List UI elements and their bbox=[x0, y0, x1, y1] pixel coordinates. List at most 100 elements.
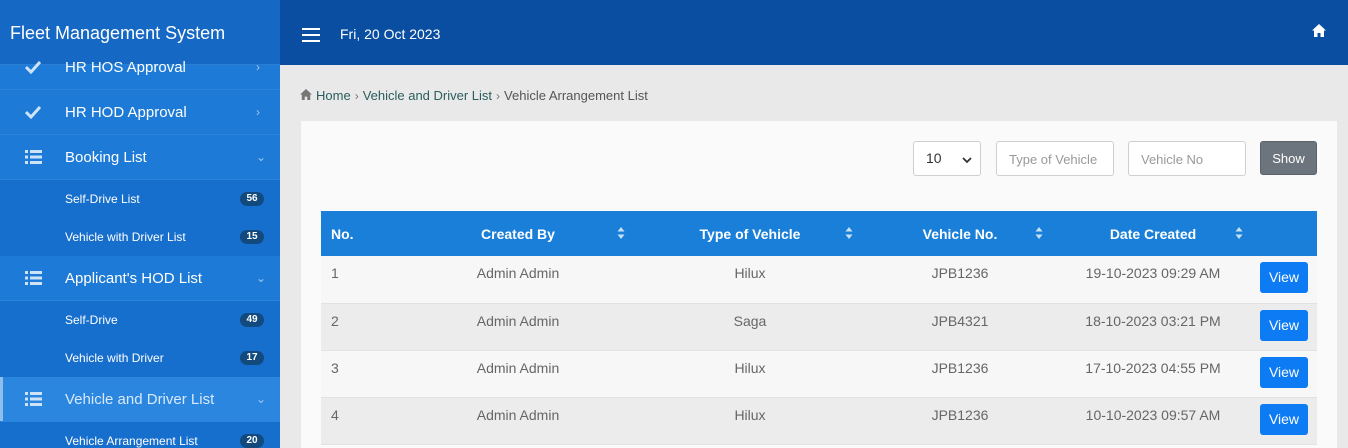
check-icon bbox=[24, 58, 42, 76]
sidebar-item-vehicle-with-driver[interactable]: Vehicle with Driver 17 bbox=[0, 339, 280, 377]
sidebar-item-label: Applicant's HOD List bbox=[65, 269, 203, 287]
sidebar: Fleet Management System HR HOS Approval … bbox=[0, 0, 280, 448]
sidebar-item-hr-hos-approval[interactable]: HR HOS Approval › bbox=[0, 45, 280, 90]
sidebar-item-label: Self-Drive bbox=[65, 313, 118, 327]
view-button[interactable]: View bbox=[1260, 403, 1308, 435]
cell-created-by: Admin Admin bbox=[476, 406, 560, 423]
cell-created-by: Admin Admin bbox=[476, 265, 560, 281]
cell-type: Hilux bbox=[734, 406, 766, 423]
count-badge: 49 bbox=[240, 313, 264, 327]
chevron-right-icon: › bbox=[354, 88, 359, 103]
home-icon bbox=[300, 88, 312, 103]
sidebar-item-label: Vehicle Arrangement List bbox=[65, 434, 198, 448]
content-card: 10 Type of Vehicle Vehicle No Show No. C… bbox=[301, 121, 1337, 448]
hamburger-icon[interactable] bbox=[302, 28, 320, 42]
cell-vehicle-no: JPB1236 bbox=[931, 265, 989, 281]
chevron-down-icon: ⌄ bbox=[256, 392, 267, 406]
sort-icon bbox=[1235, 227, 1243, 239]
chevron-down-icon bbox=[962, 152, 972, 168]
page-length-value: 10 bbox=[926, 150, 942, 166]
vehicle-no-input[interactable]: Vehicle No bbox=[1128, 141, 1246, 176]
cell-date-created: 17-10-2023 04:55 PM bbox=[1085, 359, 1221, 376]
count-badge: 20 bbox=[240, 434, 264, 448]
column-header-created-by[interactable]: Created By bbox=[401, 211, 635, 256]
breadcrumb-current: Vehicle Arrangement List bbox=[504, 88, 648, 103]
cell-no: 1 bbox=[331, 265, 339, 281]
sidebar-item-vehicle-with-driver-list[interactable]: Vehicle with Driver List 15 bbox=[0, 218, 280, 256]
cell-vehicle-no: JPB4321 bbox=[931, 312, 989, 329]
cell-no: 4 bbox=[331, 406, 339, 423]
sidebar-item-self-drive[interactable]: Self-Drive 49 bbox=[0, 301, 280, 339]
sidebar-item-label: HR HOD Approval bbox=[65, 103, 187, 121]
list-icon bbox=[24, 390, 42, 408]
sidebar-item-self-drive-list[interactable]: Self-Drive List 56 bbox=[0, 180, 280, 218]
sidebar-item-vehicle-arrangement-list[interactable]: Vehicle Arrangement List 20 bbox=[0, 422, 280, 448]
vehicle-no-placeholder: Vehicle No bbox=[1141, 152, 1204, 167]
column-header-action bbox=[1251, 211, 1317, 256]
cell-vehicle-no: JPB1236 bbox=[931, 406, 989, 423]
count-badge: 17 bbox=[240, 351, 264, 365]
cell-no: 3 bbox=[331, 359, 339, 376]
cell-action: View bbox=[1251, 256, 1317, 303]
column-header-date-created[interactable]: Date Created bbox=[1055, 211, 1251, 256]
view-button[interactable]: View bbox=[1260, 356, 1308, 388]
vehicle-arrangement-table: No. Created By Type of Vehicle Vehicle N… bbox=[321, 211, 1317, 445]
sidebar-item-label: HR HOS Approval bbox=[65, 58, 186, 76]
sidebar-item-booking-list[interactable]: Booking List ⌄ bbox=[0, 135, 280, 180]
sort-icon bbox=[1035, 227, 1043, 239]
sidebar-item-label: Vehicle with Driver bbox=[65, 351, 164, 365]
view-button[interactable]: View bbox=[1260, 309, 1308, 341]
show-button[interactable]: Show bbox=[1260, 141, 1317, 175]
cell-date-created: 18-10-2023 03:21 PM bbox=[1085, 312, 1221, 329]
sidebar-menu: HR HOS Approval › HR HOD Approval › Book… bbox=[0, 45, 280, 448]
cell-no: 2 bbox=[331, 312, 339, 329]
table-row: 1 Admin Admin Hilux JPB1236 19-10-2023 0… bbox=[321, 256, 1317, 303]
sidebar-item-applicants-hod-list[interactable]: Applicant's HOD List ⌄ bbox=[0, 256, 280, 301]
chevron-down-icon: ⌄ bbox=[256, 271, 267, 285]
breadcrumb-home[interactable]: Home bbox=[316, 88, 351, 103]
type-of-vehicle-placeholder: Type of Vehicle bbox=[1009, 152, 1098, 167]
breadcrumb-parent[interactable]: Vehicle and Driver List bbox=[363, 88, 492, 103]
cell-action: View bbox=[1251, 303, 1317, 350]
list-icon bbox=[24, 148, 42, 166]
cell-type: Saga bbox=[733, 312, 767, 329]
check-icon bbox=[24, 103, 42, 121]
type-of-vehicle-input[interactable]: Type of Vehicle bbox=[996, 141, 1114, 176]
cell-vehicle-no: JPB1236 bbox=[931, 359, 989, 376]
cell-created-by: Admin Admin bbox=[476, 312, 560, 329]
current-date: Fri, 20 Oct 2023 bbox=[340, 26, 441, 42]
cell-date-created: 19-10-2023 09:29 AM bbox=[1085, 265, 1221, 281]
sort-icon bbox=[617, 227, 625, 239]
sidebar-item-label: Vehicle with Driver List bbox=[65, 230, 186, 244]
column-header-no[interactable]: No. bbox=[321, 211, 401, 256]
cell-date-created: 10-10-2023 09:57 AM bbox=[1085, 406, 1221, 423]
chevron-down-icon: ⌄ bbox=[256, 150, 267, 164]
cell-created-by: Admin Admin bbox=[476, 359, 560, 376]
table-row: 3 Admin Admin Hilux JPB1236 17-10-2023 0… bbox=[321, 350, 1317, 397]
page-length-select[interactable]: 10 bbox=[913, 141, 981, 176]
sidebar-item-hr-hod-approval[interactable]: HR HOD Approval › bbox=[0, 90, 280, 135]
chevron-right-icon: › bbox=[256, 60, 260, 74]
table-row: 2 Admin Admin Saga JPB4321 18-10-2023 03… bbox=[321, 303, 1317, 350]
sidebar-item-label: Self-Drive List bbox=[65, 192, 140, 206]
view-button[interactable]: View bbox=[1260, 262, 1308, 293]
hod-submenu: Self-Drive 49 Vehicle with Driver 17 bbox=[0, 301, 280, 377]
breadcrumb: Home › Vehicle and Driver List › Vehicle… bbox=[300, 88, 648, 103]
topbar: Fri, 20 Oct 2023 bbox=[280, 0, 1348, 65]
sidebar-item-label: Booking List bbox=[65, 148, 147, 166]
sidebar-item-vehicle-and-driver-list[interactable]: Vehicle and Driver List ⌄ bbox=[0, 377, 280, 422]
count-badge: 15 bbox=[240, 230, 264, 244]
column-header-type[interactable]: Type of Vehicle bbox=[635, 211, 865, 256]
table-header-row: No. Created By Type of Vehicle Vehicle N… bbox=[321, 211, 1317, 256]
table-row: 4 Admin Admin Hilux JPB1236 10-10-2023 0… bbox=[321, 397, 1317, 444]
home-icon[interactable] bbox=[1312, 24, 1326, 42]
vehicle-submenu: Vehicle Arrangement List 20 bbox=[0, 422, 280, 448]
count-badge: 56 bbox=[240, 192, 264, 206]
column-header-vehicle-no[interactable]: Vehicle No. bbox=[865, 211, 1055, 256]
sort-icon bbox=[845, 227, 853, 239]
cell-action: View bbox=[1251, 397, 1317, 444]
cell-type: Hilux bbox=[734, 265, 766, 281]
chevron-right-icon: › bbox=[496, 88, 501, 103]
sidebar-item-label: Vehicle and Driver List bbox=[65, 390, 215, 408]
cell-type: Hilux bbox=[734, 359, 766, 376]
